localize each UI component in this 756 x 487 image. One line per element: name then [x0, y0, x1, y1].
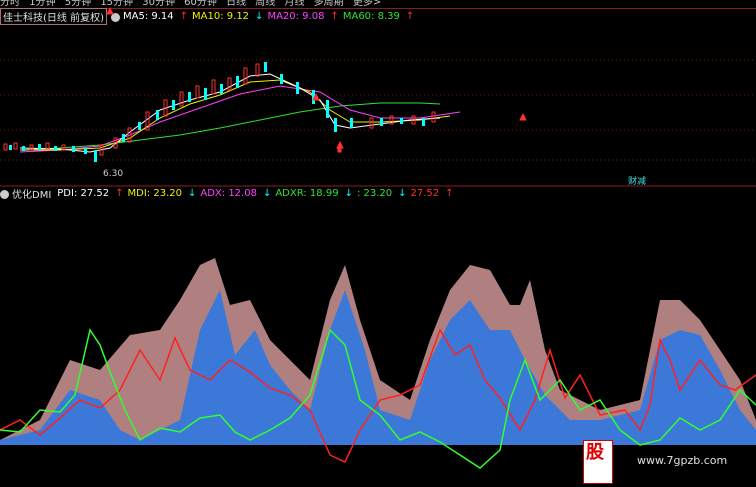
adx-value: ADX: 12.08 [200, 187, 257, 199]
arrow-down-icon: ↓ [398, 187, 407, 199]
arrow-up-icon: ↑ [445, 187, 454, 199]
arrow-up-icon: ↑ [115, 187, 124, 199]
ma60-line [19, 102, 441, 151]
extra-value-1: : 23.20 [356, 187, 393, 199]
pdi-value: PDI: 27.52 [57, 187, 110, 199]
dmi-legend: 优化DMI PDI: 27.52 ↑ MDI: 23.20 ↓ ADX: 12.… [0, 186, 454, 201]
mdi-value: MDI: 23.20 [127, 187, 182, 199]
adxr-value: ADXR: 18.99 [275, 187, 339, 199]
settings-circle-icon[interactable] [0, 189, 9, 199]
arrow-down-icon: ↓ [344, 187, 353, 199]
watermark-logo: 股 [583, 440, 613, 484]
ma10-line [20, 79, 451, 151]
candlesticks [3, 6, 527, 162]
indicator-name[interactable]: 优化DMI [12, 186, 51, 201]
ma20-line [19, 85, 461, 153]
stock-chart-window: { "period_tabs": ["分时", "1分钟", "5分钟", "1… [0, 0, 756, 487]
arrow-down-icon: ↓ [187, 187, 197, 199]
watermark-char: 股 [586, 442, 604, 463]
watermark-url: www.7gpzb.com [637, 454, 728, 467]
extra-value-2: 27.52 [410, 187, 440, 199]
price-low-label: 6.30 [103, 169, 124, 179]
arrow-down-icon: ↓ [262, 187, 272, 199]
chart-canvas [0, 6, 756, 487]
ma5-line [19, 73, 441, 153]
earnings-event-marker[interactable]: 财减 [628, 174, 646, 187]
